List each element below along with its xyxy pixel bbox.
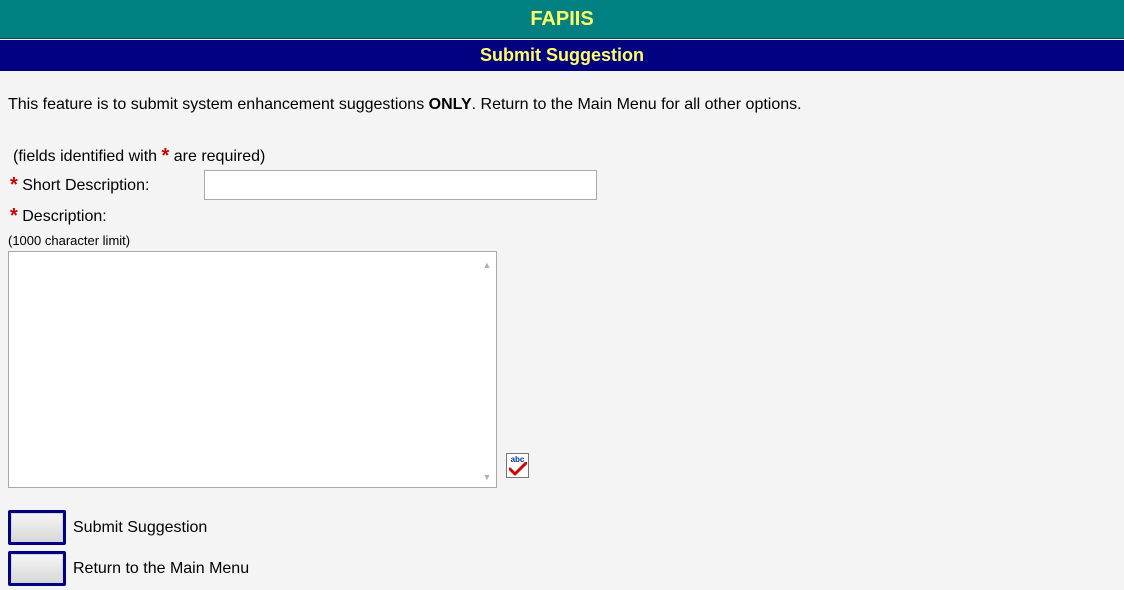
character-limit-note: (1000 character limit) (8, 233, 131, 248)
intro-text: This feature is to submit system enhance… (8, 95, 802, 115)
required-star-icon: * (10, 205, 18, 227)
short-description-input[interactable] (204, 170, 597, 200)
app-title: FAPIIS (530, 8, 594, 30)
required-fields-note: (fields identified with * are required) (13, 145, 265, 167)
scroll-down-arrow-icon[interactable]: ▼ (478, 468, 496, 486)
return-main-menu-button[interactable] (8, 551, 66, 586)
description-label-text: Description: (22, 208, 107, 225)
description-label: * Description: (10, 205, 107, 227)
checkmark-icon (509, 462, 527, 476)
submit-suggestion-button[interactable] (8, 510, 66, 545)
submit-suggestion-label[interactable]: Submit Suggestion (73, 518, 207, 538)
description-textarea[interactable] (9, 252, 479, 487)
description-textarea-frame: ▲ ▼ (8, 251, 497, 488)
required-note-before: (fields identified with (13, 148, 162, 165)
description-scrollbar[interactable]: ▲ ▼ (478, 252, 496, 487)
intro-text-emphasis: ONLY (428, 96, 472, 113)
short-description-label: * Short Description: (10, 174, 149, 196)
required-note-after: are required) (169, 148, 266, 165)
page-title: Submit Suggestion (480, 45, 644, 65)
return-main-menu-label[interactable]: Return to the Main Menu (73, 559, 249, 579)
short-description-label-text: Short Description: (22, 177, 150, 194)
page-header: Submit Suggestion (0, 40, 1124, 71)
required-star-icon: * (10, 174, 18, 196)
scroll-up-arrow-icon[interactable]: ▲ (478, 256, 496, 274)
intro-text-after: . Return to the Main Menu for all other … (471, 96, 802, 113)
required-star-icon: * (161, 145, 170, 167)
app-title-banner: FAPIIS (0, 0, 1124, 39)
intro-text-before: This feature is to submit system enhance… (8, 96, 429, 113)
spellcheck-icon[interactable]: abc (506, 453, 529, 478)
